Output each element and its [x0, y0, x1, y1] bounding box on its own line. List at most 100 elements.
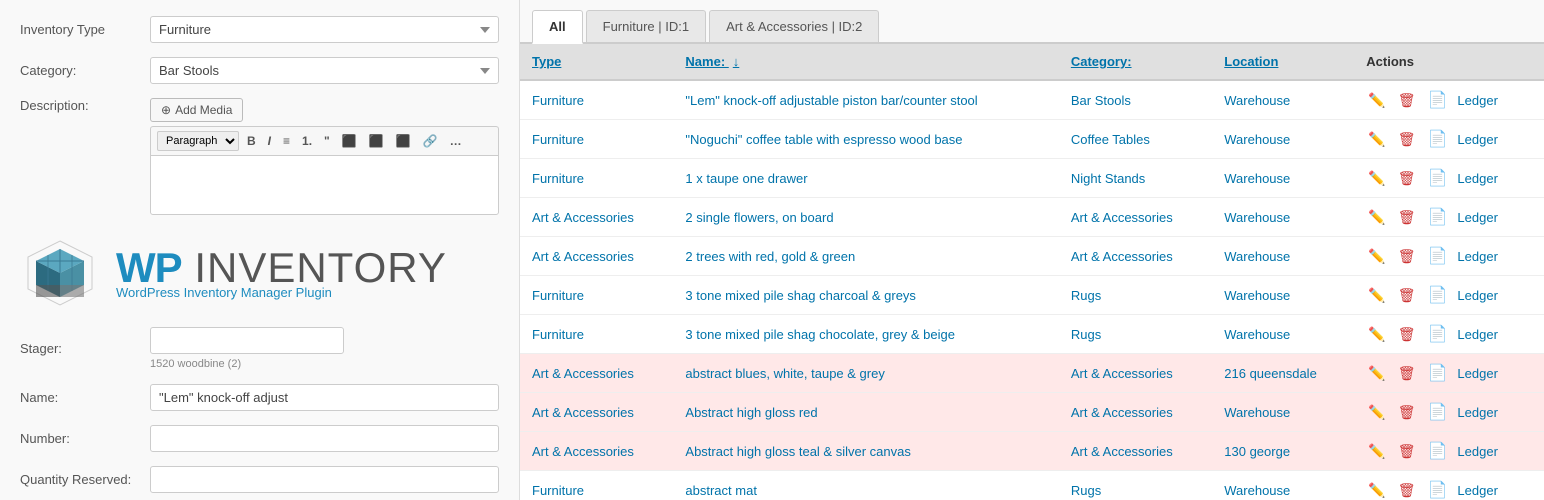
view-button[interactable]: 📄: [1426, 166, 1450, 190]
name-link[interactable]: Abstract high gloss teal & silver canvas: [685, 444, 910, 459]
type-link[interactable]: Furniture: [532, 171, 584, 186]
location-link[interactable]: 130 george: [1224, 444, 1290, 459]
italic-button[interactable]: I: [264, 132, 275, 150]
delete-button[interactable]: 🗑: [1396, 207, 1418, 228]
category-link[interactable]: Rugs: [1071, 483, 1101, 498]
tab-art-accessories[interactable]: Art & Accessories | ID:2: [709, 10, 879, 42]
edit-button[interactable]: ✏️: [1366, 324, 1387, 345]
edit-button[interactable]: ✏️: [1366, 129, 1387, 150]
category-link[interactable]: Art & Accessories: [1071, 444, 1173, 459]
name-sort-link[interactable]: Name: ↓: [685, 54, 739, 69]
category-link[interactable]: Bar Stools: [1071, 93, 1131, 108]
type-link[interactable]: Furniture: [532, 93, 584, 108]
category-link[interactable]: Art & Accessories: [1071, 366, 1173, 381]
name-link[interactable]: "Noguchi" coffee table with espresso woo…: [685, 132, 962, 147]
type-link[interactable]: Furniture: [532, 288, 584, 303]
more-button[interactable]: …: [446, 132, 466, 150]
name-link[interactable]: 3 tone mixed pile shag charcoal & greys: [685, 288, 916, 303]
type-link[interactable]: Art & Accessories: [532, 249, 634, 264]
edit-button[interactable]: ✏️: [1366, 441, 1387, 462]
name-input[interactable]: [150, 384, 499, 411]
delete-button[interactable]: 🗑: [1396, 168, 1418, 189]
edit-button[interactable]: ✏️: [1366, 168, 1387, 189]
category-select[interactable]: Bar Stools Coffee Tables Night Stands Ru…: [150, 57, 499, 84]
delete-button[interactable]: 🗑: [1396, 285, 1418, 306]
category-link[interactable]: Coffee Tables: [1071, 132, 1150, 147]
edit-button[interactable]: ✏️: [1366, 402, 1387, 423]
delete-button[interactable]: 🗑: [1396, 246, 1418, 267]
type-link[interactable]: Art & Accessories: [532, 444, 634, 459]
link-button[interactable]: 🔗: [419, 132, 442, 150]
category-link[interactable]: Rugs: [1071, 327, 1101, 342]
ledger-link[interactable]: Ledger: [1457, 171, 1497, 186]
category-link[interactable]: Night Stands: [1071, 171, 1145, 186]
name-link[interactable]: 2 trees with red, gold & green: [685, 249, 855, 264]
bold-button[interactable]: B: [243, 132, 260, 150]
category-link[interactable]: Art & Accessories: [1071, 405, 1173, 420]
description-editor[interactable]: [150, 155, 499, 215]
view-button[interactable]: 📄: [1426, 244, 1450, 268]
name-link[interactable]: 2 single flowers, on board: [685, 210, 833, 225]
inventory-type-select[interactable]: Furniture Art & Accessories: [150, 16, 499, 43]
view-button[interactable]: 📄: [1426, 127, 1450, 151]
ledger-link[interactable]: Ledger: [1457, 444, 1497, 459]
stager-input[interactable]: [150, 327, 344, 354]
blockquote-button[interactable]: ": [320, 132, 334, 150]
location-link[interactable]: Warehouse: [1224, 327, 1290, 342]
edit-button[interactable]: ✏️: [1366, 90, 1387, 111]
location-link[interactable]: Warehouse: [1224, 93, 1290, 108]
ledger-link[interactable]: Ledger: [1457, 210, 1497, 225]
ledger-link[interactable]: Ledger: [1457, 405, 1497, 420]
tab-all[interactable]: All: [532, 10, 583, 44]
add-media-button[interactable]: ⊕ Add Media: [150, 98, 243, 122]
category-link[interactable]: Art & Accessories: [1071, 249, 1173, 264]
edit-button[interactable]: ✏️: [1366, 207, 1387, 228]
view-button[interactable]: 📄: [1426, 88, 1450, 112]
ledger-link[interactable]: Ledger: [1457, 249, 1497, 264]
delete-button[interactable]: 🗑: [1396, 129, 1418, 150]
edit-button[interactable]: ✏️: [1366, 363, 1387, 384]
location-link[interactable]: Warehouse: [1224, 405, 1290, 420]
category-sort-link[interactable]: Category:: [1071, 54, 1132, 69]
align-center-button[interactable]: ⬛: [365, 132, 388, 150]
ledger-link[interactable]: Ledger: [1457, 366, 1497, 381]
view-button[interactable]: 📄: [1426, 478, 1450, 500]
list-button[interactable]: ≡: [279, 132, 294, 150]
ledger-link[interactable]: Ledger: [1457, 327, 1497, 342]
align-left-button[interactable]: ⬛: [338, 132, 361, 150]
type-sort-link[interactable]: Type: [532, 54, 561, 69]
category-link[interactable]: Art & Accessories: [1071, 210, 1173, 225]
ordered-list-button[interactable]: 1.: [298, 132, 316, 150]
paragraph-select[interactable]: Paragraph: [157, 131, 239, 151]
location-link[interactable]: Warehouse: [1224, 288, 1290, 303]
location-sort-link[interactable]: Location: [1224, 54, 1278, 69]
location-link[interactable]: Warehouse: [1224, 171, 1290, 186]
view-button[interactable]: 📄: [1426, 439, 1450, 463]
ledger-link[interactable]: Ledger: [1457, 93, 1497, 108]
type-link[interactable]: Furniture: [532, 132, 584, 147]
ledger-link[interactable]: Ledger: [1457, 288, 1497, 303]
delete-button[interactable]: 🗑: [1396, 402, 1418, 423]
name-link[interactable]: Abstract high gloss red: [685, 405, 817, 420]
name-link[interactable]: "Lem" knock-off adjustable piston bar/co…: [685, 93, 977, 108]
view-button[interactable]: 📄: [1426, 205, 1450, 229]
view-button[interactable]: 📄: [1426, 322, 1450, 346]
category-link[interactable]: Rugs: [1071, 288, 1101, 303]
delete-button[interactable]: 🗑: [1396, 324, 1418, 345]
edit-button[interactable]: ✏️: [1366, 285, 1387, 306]
edit-button[interactable]: ✏️: [1366, 480, 1387, 500]
type-link[interactable]: Furniture: [532, 327, 584, 342]
view-button[interactable]: 📄: [1426, 400, 1450, 424]
delete-button[interactable]: 🗑: [1396, 480, 1418, 500]
location-link[interactable]: Warehouse: [1224, 249, 1290, 264]
align-right-button[interactable]: ⬛: [392, 132, 415, 150]
ledger-link[interactable]: Ledger: [1457, 132, 1497, 147]
delete-button[interactable]: 🗑: [1396, 363, 1418, 384]
location-link[interactable]: Warehouse: [1224, 210, 1290, 225]
tab-furniture[interactable]: Furniture | ID:1: [586, 10, 706, 42]
view-button[interactable]: 📄: [1426, 283, 1450, 307]
type-link[interactable]: Art & Accessories: [532, 405, 634, 420]
delete-button[interactable]: 🗑: [1396, 90, 1418, 111]
name-link[interactable]: abstract blues, white, taupe & grey: [685, 366, 884, 381]
name-link[interactable]: 3 tone mixed pile shag chocolate, grey &…: [685, 327, 955, 342]
